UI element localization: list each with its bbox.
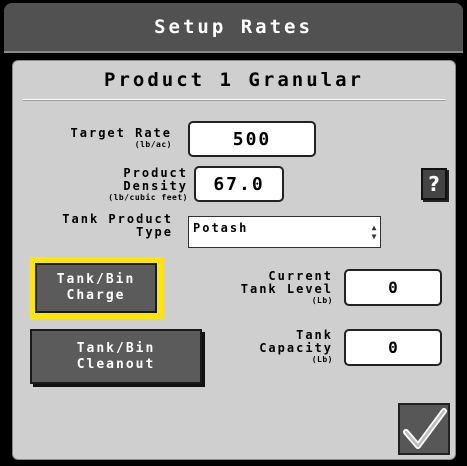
accept-button[interactable] — [398, 403, 450, 455]
current-tank-level-unit: (Lb) — [311, 296, 333, 305]
tank-capacity-field[interactable]: 0 — [344, 329, 442, 366]
tank-product-type-value: Potash — [193, 221, 249, 235]
app-window: Setup Rates Product 1 Granular Target Ra… — [0, 0, 467, 466]
product-density-label: Product Density (lb/cubic feet) — [33, 167, 188, 203]
current-tank-level-field[interactable]: 0 — [344, 269, 442, 306]
tank-bin-charge-button[interactable]: Tank/Bin Charge — [29, 257, 163, 319]
checkmark-icon — [403, 408, 447, 449]
window-title: Setup Rates — [4, 3, 463, 53]
tank-capacity-unit: (Lb) — [311, 355, 333, 364]
current-tank-level-label: Current Tank Level (Lb) — [213, 270, 333, 306]
target-rate-field[interactable]: 500 — [188, 121, 316, 157]
question-icon: ? — [428, 172, 440, 196]
target-rate-label: Target Rate (lb/ac) — [33, 127, 172, 150]
tank-product-type-select[interactable]: Potash ▲ ▼ — [188, 216, 381, 248]
product-density-unit: (lb/cubic feet) — [108, 193, 188, 202]
help-button[interactable]: ? — [421, 168, 447, 200]
setup-panel: Product 1 Granular Target Rate (lb/ac) 5… — [12, 60, 456, 460]
target-rate-unit: (lb/ac) — [134, 140, 172, 149]
tank-bin-cleanout-button[interactable]: Tank/Bin Cleanout — [30, 329, 202, 384]
product-title: Product 1 Granular — [104, 69, 364, 91]
tank-product-type-label: Tank Product Type — [62, 212, 173, 239]
up-down-arrows-icon[interactable]: ▲ ▼ — [370, 217, 380, 247]
tank-capacity-label: Tank Capacity (Lb) — [233, 329, 333, 365]
divider — [23, 99, 445, 100]
product-density-field[interactable]: 67.0 — [194, 166, 284, 202]
